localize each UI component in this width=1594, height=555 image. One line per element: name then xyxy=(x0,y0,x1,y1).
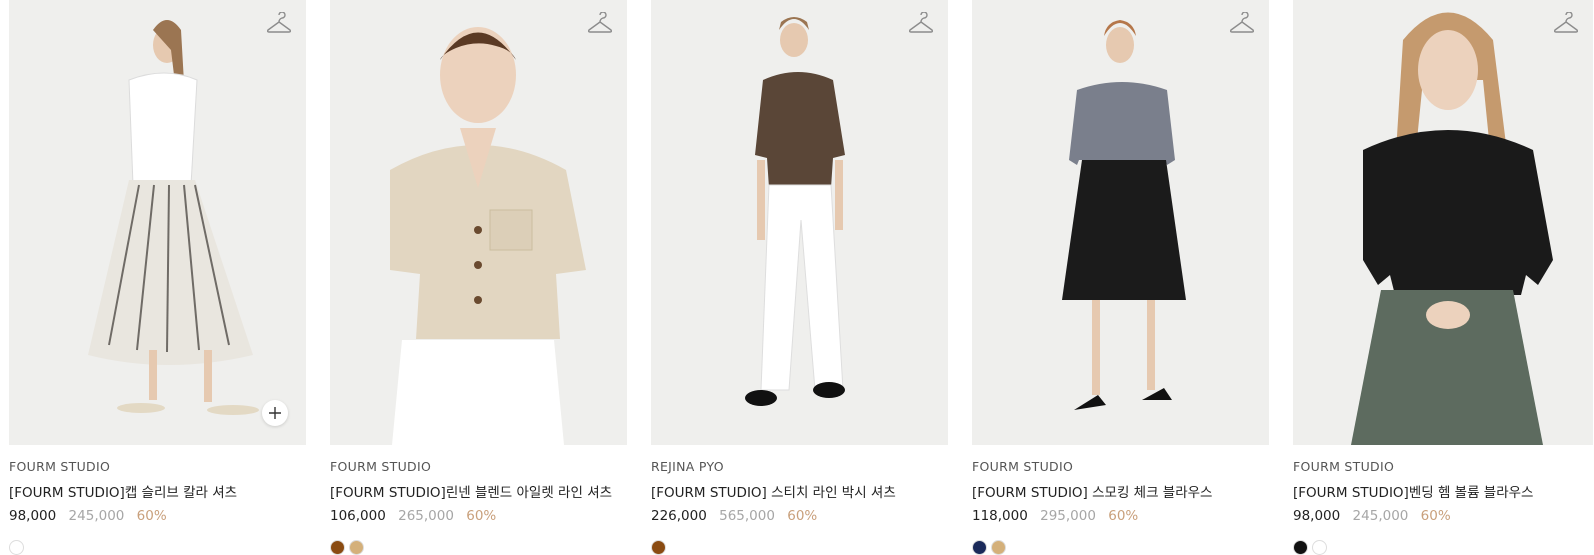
discount-rate: 60% xyxy=(787,508,818,524)
product-name[interactable]: [FOURM STUDIO]벤딩 헴 볼륨 블라우스 xyxy=(1293,481,1593,501)
product-image[interactable] xyxy=(9,0,306,445)
plus-icon xyxy=(269,407,281,419)
discount-rate: 60% xyxy=(1420,508,1451,524)
discount-rate: 60% xyxy=(1108,508,1139,524)
color-swatches xyxy=(651,540,948,555)
product-image[interactable] xyxy=(972,0,1269,445)
color-swatch[interactable] xyxy=(651,540,666,555)
product-image[interactable] xyxy=(330,0,627,445)
product-brand[interactable]: FOURM STUDIO xyxy=(330,459,627,474)
product-name[interactable]: [FOURM STUDIO] 스모킹 체크 블라우스 xyxy=(972,481,1269,501)
discount-rate: 60% xyxy=(466,508,497,524)
product-grid: FOURM STUDIO [FOURM STUDIO]캡 슬리브 칼라 셔츠 9… xyxy=(0,0,1594,555)
product-brand[interactable]: FOURM STUDIO xyxy=(9,459,306,474)
price-row: 98,000 245,000 60% xyxy=(1293,508,1593,524)
price-row: 226,000 565,000 60% xyxy=(651,508,948,524)
product-photo xyxy=(1293,0,1593,445)
sale-price: 226,000 xyxy=(651,508,707,524)
product-photo xyxy=(651,0,948,445)
hanger-icon[interactable] xyxy=(908,11,934,36)
color-swatches xyxy=(330,540,627,555)
product-card[interactable]: REJINA PYO [FOURM STUDIO] 스티치 라인 박시 셔츠 2… xyxy=(651,0,948,555)
price-row: 98,000 245,000 60% xyxy=(9,508,306,524)
product-photo xyxy=(972,0,1269,445)
hanger-icon[interactable] xyxy=(266,11,292,36)
product-brand[interactable]: FOURM STUDIO xyxy=(972,459,1269,474)
product-image[interactable] xyxy=(651,0,948,445)
product-name[interactable]: [FOURM STUDIO] 스티치 라인 박시 셔츠 xyxy=(651,481,948,501)
product-photo xyxy=(330,0,627,445)
sale-price: 106,000 xyxy=(330,508,386,524)
color-swatch[interactable] xyxy=(1293,540,1308,555)
product-photo xyxy=(9,0,306,445)
product-card[interactable]: FOURM STUDIO [FOURM STUDIO]캡 슬리브 칼라 셔츠 9… xyxy=(9,0,306,555)
color-swatches xyxy=(1293,540,1593,555)
color-swatch[interactable] xyxy=(972,540,987,555)
color-swatch[interactable] xyxy=(9,540,24,555)
product-brand[interactable]: REJINA PYO xyxy=(651,459,948,474)
original-price: 245,000 xyxy=(1352,508,1409,524)
color-swatches xyxy=(972,540,1269,555)
discount-rate: 60% xyxy=(136,508,167,524)
original-price: 565,000 xyxy=(719,508,775,524)
hanger-icon[interactable] xyxy=(587,11,613,36)
color-swatches xyxy=(9,540,306,555)
original-price: 265,000 xyxy=(398,508,454,524)
hanger-icon[interactable] xyxy=(1229,11,1255,36)
original-price: 295,000 xyxy=(1040,508,1096,524)
sale-price: 98,000 xyxy=(1293,508,1341,524)
product-name[interactable]: [FOURM STUDIO]린넨 블렌드 아일렛 라인 셔츠 xyxy=(330,481,627,501)
hanger-icon[interactable] xyxy=(1553,11,1579,36)
product-card[interactable]: FOURM STUDIO [FOURM STUDIO] 스모킹 체크 블라우스 … xyxy=(972,0,1269,555)
color-swatch[interactable] xyxy=(330,540,345,555)
product-brand[interactable]: FOURM STUDIO xyxy=(1293,459,1593,474)
color-swatch[interactable] xyxy=(1312,540,1327,555)
product-card[interactable]: FOURM STUDIO [FOURM STUDIO]벤딩 헴 볼륨 블라우스 … xyxy=(1293,0,1593,555)
product-image[interactable] xyxy=(1293,0,1593,445)
quick-add-button[interactable] xyxy=(262,400,288,426)
original-price: 245,000 xyxy=(68,508,125,524)
color-swatch[interactable] xyxy=(991,540,1006,555)
price-row: 106,000 265,000 60% xyxy=(330,508,627,524)
price-row: 118,000 295,000 60% xyxy=(972,508,1269,524)
sale-price: 98,000 xyxy=(9,508,57,524)
sale-price: 118,000 xyxy=(972,508,1028,524)
product-name[interactable]: [FOURM STUDIO]캡 슬리브 칼라 셔츠 xyxy=(9,481,306,501)
color-swatch[interactable] xyxy=(349,540,364,555)
product-card[interactable]: FOURM STUDIO [FOURM STUDIO]린넨 블렌드 아일렛 라인… xyxy=(330,0,627,555)
